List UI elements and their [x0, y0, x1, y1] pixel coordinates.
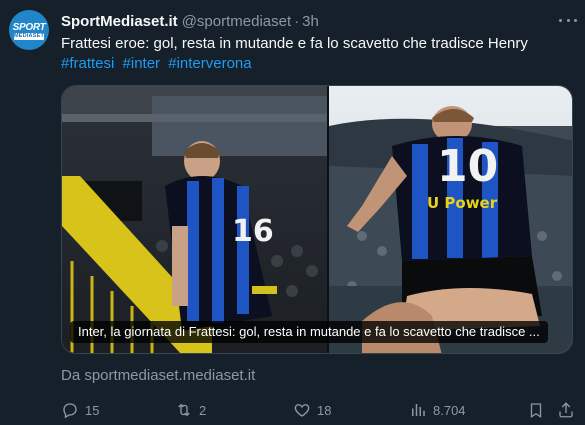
hashtag-link[interactable]: #inter: [123, 55, 161, 72]
hashtag-link[interactable]: #frattesi: [61, 55, 114, 72]
views-count: 8.704: [433, 402, 466, 418]
like-count: 18: [317, 402, 332, 418]
link-card-source[interactable]: Da sportmediaset.mediaset.it: [61, 367, 255, 384]
more-dot: [574, 18, 577, 22]
avatar[interactable]: SPORT MEDIASET: [9, 10, 49, 50]
more-dot: [566, 18, 570, 22]
action-bar: 15 2 18 8.704: [61, 400, 576, 420]
card-photo: 16 10 U Power: [62, 86, 572, 353]
handle[interactable]: @sportmediaset: [182, 13, 291, 30]
repost-icon: [175, 401, 199, 419]
reply-icon: [61, 401, 85, 419]
svg-text:U Power: U Power: [427, 194, 498, 212]
like-icon: [293, 401, 317, 419]
tweet-text: Frattesi eroe: gol, resta in mutande e f…: [61, 35, 528, 52]
svg-text:16: 16: [232, 214, 274, 249]
svg-text:10: 10: [437, 141, 498, 192]
reply-button[interactable]: 15: [61, 400, 99, 420]
reply-count: 15: [85, 402, 100, 418]
avatar-logo-top: SPORT: [12, 22, 46, 33]
share-button[interactable]: [557, 400, 581, 420]
tweet-header: SportMediaset.it @sportmediaset · 3h: [61, 11, 319, 31]
more-dot: [559, 18, 562, 22]
like-button[interactable]: 18: [293, 400, 331, 420]
link-card-media[interactable]: 16 10 U Power Inter, la giornata di Frat…: [61, 85, 573, 354]
bookmark-icon: [527, 401, 551, 419]
hashtag-link[interactable]: #interverona: [168, 55, 251, 72]
share-icon: [557, 401, 581, 419]
display-name[interactable]: SportMediaset.it: [61, 13, 178, 30]
hashtags: #frattesi #inter #interverona: [61, 54, 256, 74]
bookmark-button[interactable]: [527, 400, 551, 420]
timestamp[interactable]: 3h: [302, 13, 319, 30]
views-icon: [409, 401, 433, 419]
separator-dot: ·: [294, 12, 300, 30]
views-button[interactable]: 8.704: [409, 400, 466, 420]
repost-button[interactable]: 2: [175, 400, 206, 420]
tweet[interactable]: SPORT MEDIASET SportMediaset.it @sportme…: [0, 0, 585, 425]
link-card-title[interactable]: Inter, la giornata di Frattesi: gol, res…: [70, 321, 548, 343]
repost-count: 2: [199, 402, 207, 418]
avatar-logo-bottom: MEDIASET: [14, 33, 45, 39]
more-icon[interactable]: [559, 13, 577, 27]
